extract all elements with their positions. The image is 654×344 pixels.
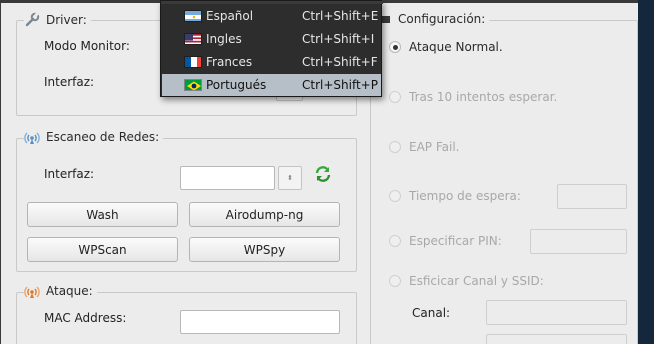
menu-item-espanol-label: Español xyxy=(206,9,254,23)
refresh-icon[interactable] xyxy=(314,165,332,183)
radio-canal-ssid-label: Esficicar Canal y SSID: xyxy=(409,274,544,288)
usa-flag-icon xyxy=(184,33,202,45)
wpscan-button[interactable]: WPScan xyxy=(27,237,178,262)
radio-canal-ssid[interactable]: Esficicar Canal y SSID: xyxy=(389,274,544,288)
mac-address-label: MAC Address: xyxy=(44,311,127,325)
brazil-flag-icon xyxy=(184,79,202,91)
mac-address-field[interactable] xyxy=(180,310,340,334)
radio-button[interactable] xyxy=(389,235,401,247)
menu-top-edge xyxy=(161,1,383,4)
radio-eap-fail[interactable]: EAP Fail. xyxy=(389,140,459,154)
radio-tras-10-label: Tras 10 intentos esperar. xyxy=(409,90,558,104)
menu-item-ingles-label: Ingles xyxy=(206,32,242,46)
radio-especificar-pin[interactable]: Especificar PIN: xyxy=(389,234,502,248)
escaneo-interfaz-label: Interfaz: xyxy=(44,167,95,181)
menu-item-frances-label: Frances xyxy=(206,55,253,69)
argentina-flag-icon xyxy=(184,10,202,22)
wrench-icon xyxy=(24,12,40,28)
radio-button[interactable] xyxy=(389,41,401,53)
menu-item-ingles-shortcut: Ctrl+Shift+I xyxy=(302,32,375,46)
airodump-button[interactable]: Airodump-ng xyxy=(189,202,340,227)
radio-button[interactable] xyxy=(389,190,401,202)
menu-item-portugues-shortcut: Ctrl+Shift+P xyxy=(302,78,378,92)
radio-tiempo-espera[interactable]: Tiempo de espera: xyxy=(389,189,521,203)
wpspy-button[interactable]: WPSpy xyxy=(189,237,340,262)
radio-button[interactable] xyxy=(389,141,401,153)
tiempo-espera-field[interactable] xyxy=(557,184,627,209)
escaneo-group-title: Escaneo de Redes: xyxy=(24,129,164,145)
driver-group-title: Driver: xyxy=(24,12,91,28)
canal-field[interactable] xyxy=(486,300,627,325)
menu-item-frances-shortcut: Ctrl+Shift+F xyxy=(302,55,378,69)
menu-item-portugues-label: Portugués xyxy=(206,78,267,92)
configuracion-group-title: Configuración: xyxy=(378,12,490,26)
radio-tras-10-intentos[interactable]: Tras 10 intentos esperar. xyxy=(389,90,557,104)
driver-title-text: Driver: xyxy=(46,13,87,27)
radio-button[interactable] xyxy=(389,275,401,287)
ataque-group-title: Ataque: xyxy=(24,283,97,299)
ataque-title-text: Ataque: xyxy=(46,284,93,298)
menu-item-espanol-shortcut: Ctrl+Shift+E xyxy=(302,9,379,23)
language-menu: Español Ctrl+Shift+E Ingles Ctrl+Shift+I… xyxy=(160,0,383,97)
window-left-border xyxy=(0,0,1,344)
wifi-scan-icon xyxy=(24,129,40,145)
radio-ataque-normal[interactable]: Ataque Normal. xyxy=(389,40,503,54)
menu-item-ingles[interactable]: Ingles Ctrl+Shift+I xyxy=(162,28,381,50)
ssid-field[interactable] xyxy=(486,334,627,344)
radio-eap-fail-label: EAP Fail. xyxy=(409,140,460,154)
radio-pin-label: Especificar PIN: xyxy=(409,234,502,248)
canal-label: Canal: xyxy=(412,306,451,320)
escaneo-interfaz-field[interactable] xyxy=(180,166,275,190)
configuracion-title-text: Configuración: xyxy=(398,12,486,26)
radio-button[interactable] xyxy=(389,91,401,103)
modo-monitor-label: Modo Monitor: xyxy=(44,39,130,53)
menu-item-frances[interactable]: Frances Ctrl+Shift+F xyxy=(162,51,381,73)
attack-signal-icon xyxy=(24,283,40,299)
pin-field[interactable] xyxy=(530,229,627,254)
menu-item-espanol[interactable]: Español Ctrl+Shift+E xyxy=(162,5,381,27)
radio-tiempo-label: Tiempo de espera: xyxy=(409,189,521,203)
configuracion-group xyxy=(370,20,638,344)
wash-button[interactable]: Wash xyxy=(27,202,178,227)
escaneo-interfaz-spin[interactable]: ⬍ xyxy=(278,166,302,190)
radio-ataque-normal-label: Ataque Normal. xyxy=(409,40,503,54)
france-flag-icon xyxy=(184,56,202,68)
driver-interfaz-label: Interfaz: xyxy=(44,75,95,89)
escaneo-title-text: Escaneo de Redes: xyxy=(46,130,160,144)
menu-item-portugues[interactable]: Portugués Ctrl+Shift+P xyxy=(162,74,381,96)
desktop-background-edge xyxy=(638,0,654,344)
